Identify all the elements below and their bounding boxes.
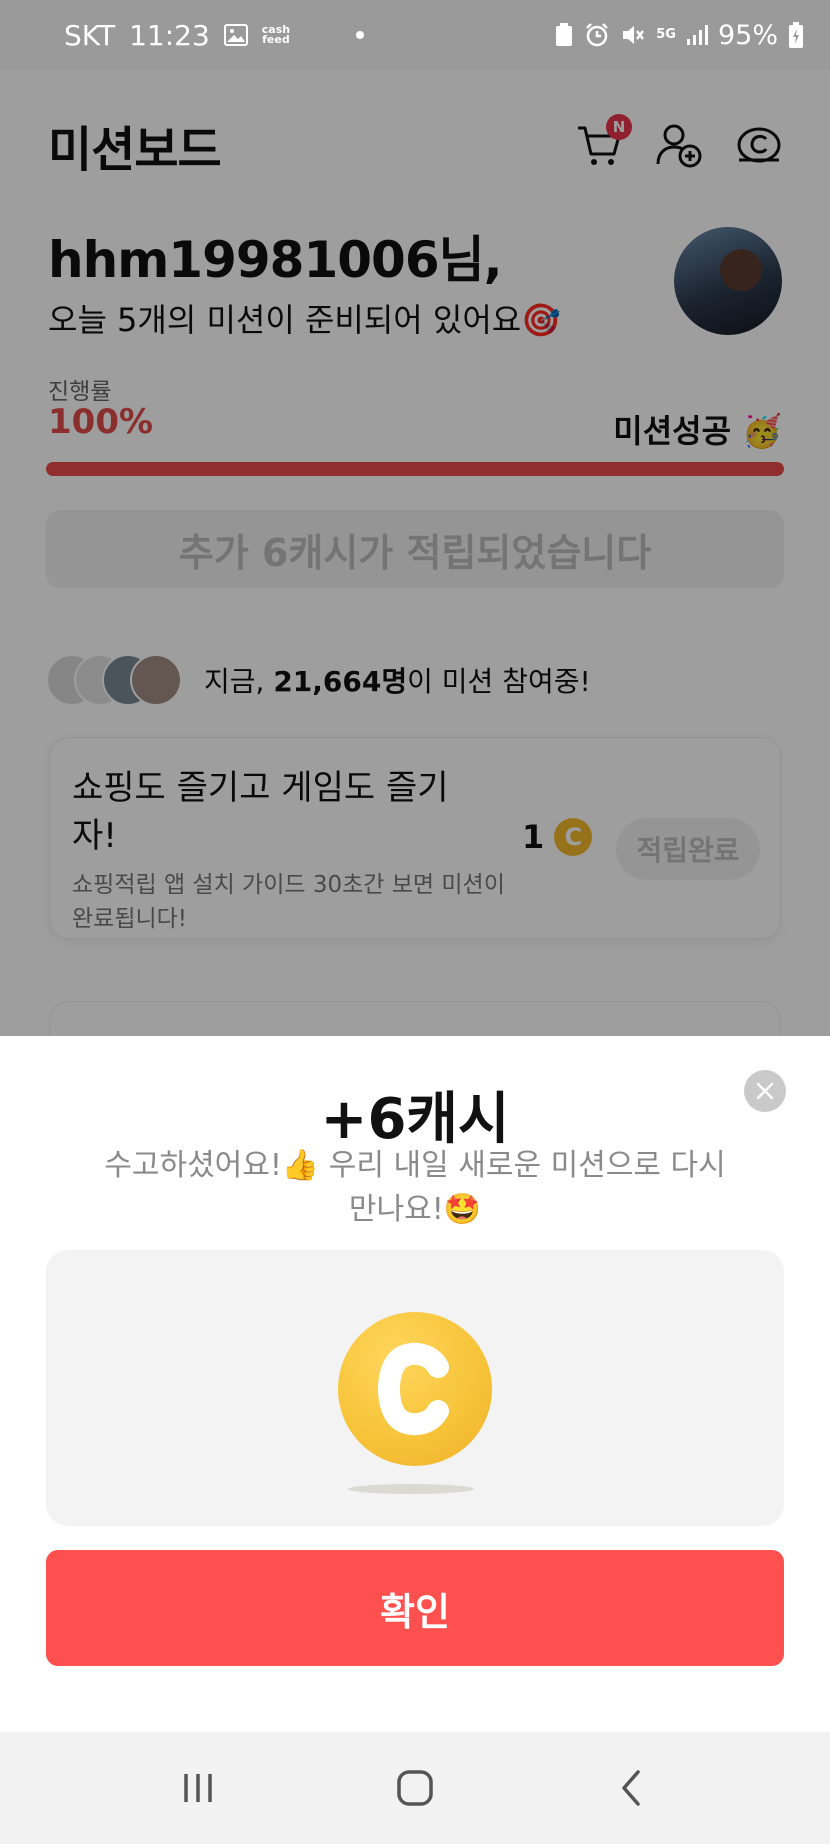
recycle-icon bbox=[554, 22, 574, 48]
sheet-message: 수고하셨어요!👍 우리 내일 새로운 미션으로 다시 만나요!🤩 bbox=[104, 1148, 726, 1227]
gallery-icon bbox=[223, 24, 248, 46]
reward-bottom-sheet: +6캐시 수고하셨어요!👍 우리 내일 새로운 미션으로 다시 만나요!🤩 확인 bbox=[0, 1036, 830, 1732]
cashfeed-icon: cash feed bbox=[261, 23, 291, 46]
coin-shadow bbox=[348, 1484, 474, 1494]
status-bar: SKT 11:23 cash feed 5G 95% bbox=[0, 0, 830, 70]
carrier-label: SKT bbox=[64, 18, 116, 52]
clock: 11:23 bbox=[129, 18, 210, 52]
close-icon bbox=[756, 1082, 774, 1100]
sheet-title: +6캐시 bbox=[320, 1087, 510, 1152]
recent-apps-icon bbox=[184, 1774, 213, 1802]
back-button[interactable] bbox=[597, 1753, 667, 1823]
coin-icon bbox=[338, 1312, 492, 1466]
battery-percent: 95% bbox=[717, 19, 778, 51]
back-icon bbox=[621, 1770, 640, 1806]
signal-icon bbox=[686, 24, 708, 46]
dim-overlay[interactable] bbox=[0, 70, 830, 1036]
home-button[interactable] bbox=[380, 1753, 450, 1823]
recent-apps-button[interactable] bbox=[163, 1753, 233, 1823]
mute-icon bbox=[620, 22, 646, 48]
notification-dot-icon bbox=[356, 31, 365, 39]
home-icon bbox=[397, 1770, 433, 1806]
coin-illustration bbox=[46, 1250, 784, 1526]
close-button[interactable] bbox=[744, 1070, 786, 1112]
alarm-icon bbox=[584, 22, 610, 48]
confirm-button[interactable]: 확인 bbox=[46, 1550, 784, 1666]
network-type: 5G bbox=[656, 27, 676, 42]
battery-charging-icon bbox=[788, 21, 804, 49]
system-nav-bar bbox=[0, 1732, 830, 1844]
